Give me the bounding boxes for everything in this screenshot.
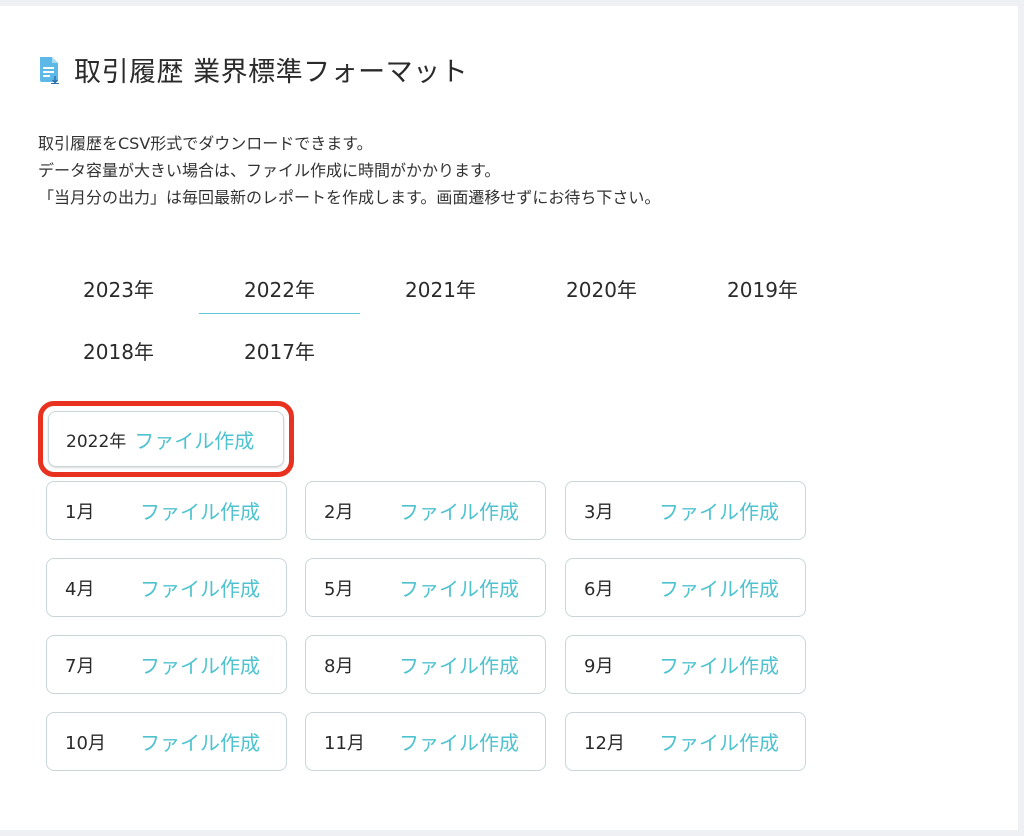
description-line: データ容量が大きい場合は、ファイル作成に時間がかかります。: [38, 161, 501, 180]
month-button-6[interactable]: 6月 ファイル作成: [565, 558, 806, 617]
month-label: 10月: [65, 732, 106, 754]
month-label: 4月: [65, 578, 95, 600]
month-label: 6月: [584, 578, 614, 600]
tab-2018[interactable]: 2018年: [38, 324, 199, 376]
month-button-5[interactable]: 5月 ファイル作成: [305, 558, 546, 617]
month-label: 11月: [324, 732, 365, 754]
month-label: 2月: [324, 501, 354, 523]
month-action: ファイル作成: [399, 577, 519, 601]
month-action: ファイル作成: [659, 577, 779, 601]
month-action: ファイル作成: [399, 654, 519, 678]
month-action: ファイル作成: [140, 500, 260, 524]
month-action: ファイル作成: [659, 731, 779, 755]
highlight-box: 2022年 ファイル作成: [38, 401, 294, 477]
month-label: 12月: [584, 732, 625, 754]
year-button-action: ファイル作成: [134, 428, 255, 453]
month-action: ファイル作成: [659, 500, 779, 524]
month-button-1[interactable]: 1月 ファイル作成: [46, 481, 287, 540]
month-action: ファイル作成: [140, 731, 260, 755]
month-label: 7月: [65, 655, 95, 677]
tab-2017[interactable]: 2017年: [199, 324, 360, 376]
month-button-8[interactable]: 8月 ファイル作成: [305, 635, 546, 694]
document-download-icon: [38, 56, 60, 84]
month-button-11[interactable]: 11月 ファイル作成: [305, 712, 546, 771]
month-action: ファイル作成: [399, 731, 519, 755]
month-action: ファイル作成: [399, 500, 519, 524]
month-button-12[interactable]: 12月 ファイル作成: [565, 712, 806, 771]
tab-2021[interactable]: 2021年: [360, 262, 521, 314]
month-label: 9月: [584, 655, 614, 677]
month-button-10[interactable]: 10月 ファイル作成: [46, 712, 287, 771]
tab-2022[interactable]: 2022年: [199, 262, 360, 314]
month-action: ファイル作成: [140, 654, 260, 678]
title-row: 取引履歴 業界標準フォーマット: [38, 50, 468, 89]
month-label: 8月: [324, 655, 354, 677]
tab-2023[interactable]: 2023年: [38, 262, 199, 314]
month-action: ファイル作成: [659, 654, 779, 678]
page-title: 取引履歴 業界標準フォーマット: [74, 57, 469, 88]
description-line: 取引履歴をCSV形式でダウンロードできます。: [38, 134, 373, 153]
description-line: 「当月分の出力」は毎回最新のレポートを作成します。画面遷移せずにお待ち下さい。: [38, 188, 661, 207]
description: 取引履歴をCSV形式でダウンロードできます。 データ容量が大きい場合は、ファイル…: [38, 130, 660, 211]
month-label: 3月: [584, 501, 614, 523]
month-button-7[interactable]: 7月 ファイル作成: [46, 635, 287, 694]
month-button-9[interactable]: 9月 ファイル作成: [565, 635, 806, 694]
year-file-create-button[interactable]: 2022年 ファイル作成: [48, 411, 284, 467]
month-button-4[interactable]: 4月 ファイル作成: [46, 558, 287, 617]
tab-2019[interactable]: 2019年: [682, 262, 843, 314]
month-button-3[interactable]: 3月 ファイル作成: [565, 481, 806, 540]
tab-2020[interactable]: 2020年: [521, 262, 682, 314]
main-panel: 取引履歴 業界標準フォーマット 取引履歴をCSV形式でダウンロードできます。 デ…: [0, 6, 1018, 830]
year-button-label: 2022年: [66, 431, 127, 452]
month-label: 1月: [65, 501, 95, 523]
month-label: 5月: [324, 578, 354, 600]
month-button-2[interactable]: 2月 ファイル作成: [305, 481, 546, 540]
month-action: ファイル作成: [140, 577, 260, 601]
